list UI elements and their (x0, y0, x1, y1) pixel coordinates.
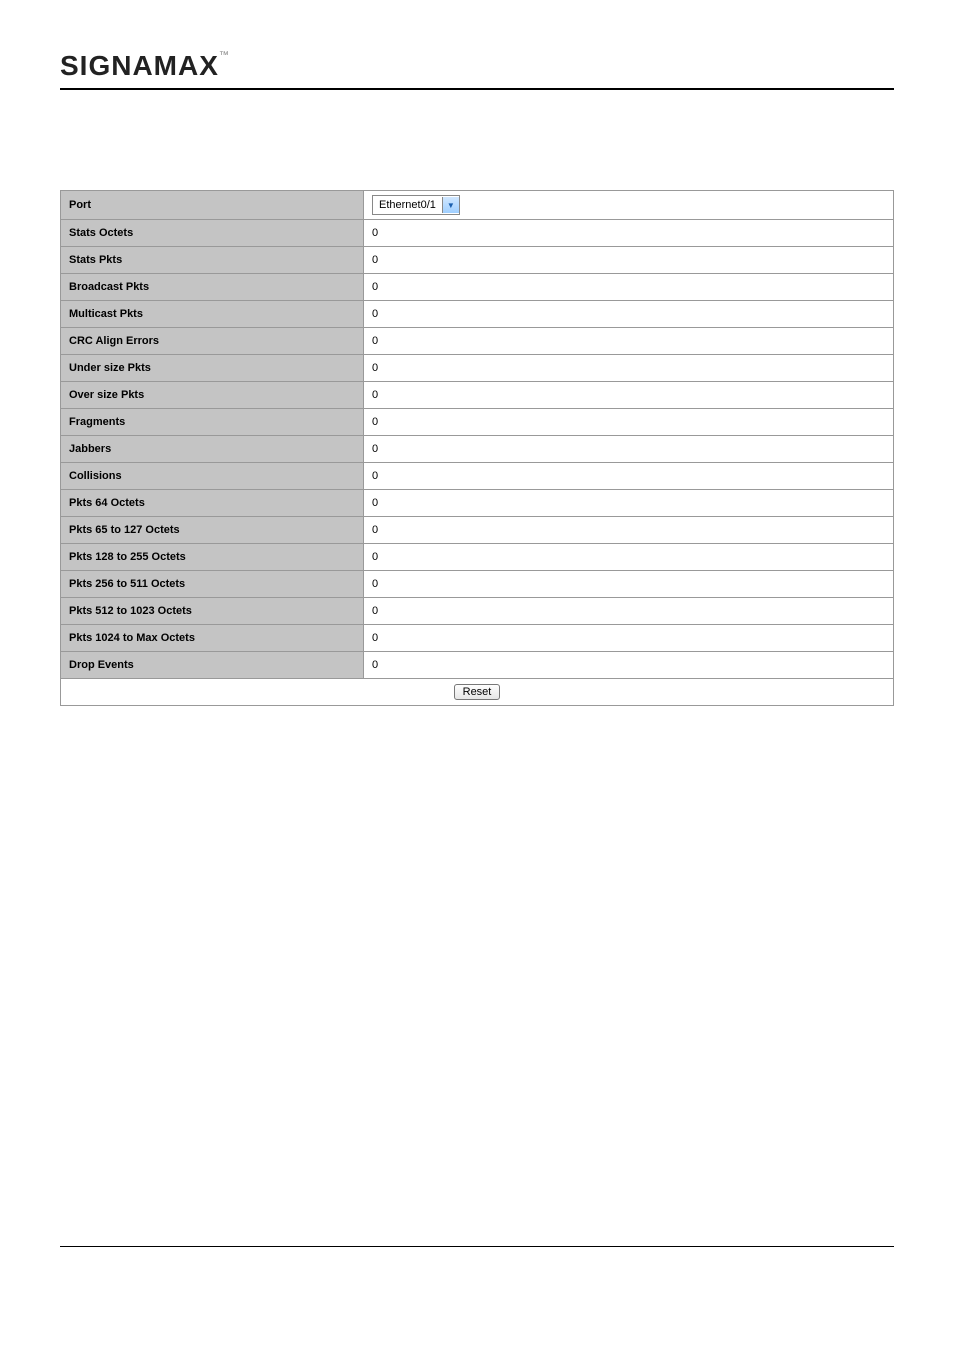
stat-value: 0 (364, 220, 894, 247)
stat-label: Stats Octets (61, 220, 364, 247)
stat-label: Over size Pkts (61, 382, 364, 409)
stat-value: 0 (364, 490, 894, 517)
stat-value: 0 (364, 625, 894, 652)
footer-rule (60, 1246, 894, 1247)
stat-value: 0 (364, 517, 894, 544)
stat-label: Fragments (61, 409, 364, 436)
stat-value: 0 (364, 328, 894, 355)
port-label: Port (61, 191, 364, 220)
brand-logo: SIGNAMAX™ (60, 50, 230, 88)
stat-label: CRC Align Errors (61, 328, 364, 355)
stat-value: 0 (364, 409, 894, 436)
stat-label: Pkts 512 to 1023 Octets (61, 598, 364, 625)
stat-label: Multicast Pkts (61, 301, 364, 328)
brand-text: SIGNAMAX (60, 50, 219, 81)
stat-label: Collisions (61, 463, 364, 490)
stat-value: 0 (364, 463, 894, 490)
reset-button[interactable]: Reset (454, 684, 501, 700)
stat-label: Under size Pkts (61, 355, 364, 382)
stat-label: Jabbers (61, 436, 364, 463)
stat-value: 0 (364, 544, 894, 571)
port-select[interactable]: Ethernet0/1 ▼ (372, 195, 460, 215)
stat-label: Stats Pkts (61, 247, 364, 274)
stat-label: Pkts 128 to 255 Octets (61, 544, 364, 571)
stat-label: Pkts 256 to 511 Octets (61, 571, 364, 598)
stat-label: Broadcast Pkts (61, 274, 364, 301)
stat-value: 0 (364, 301, 894, 328)
stat-label: Drop Events (61, 652, 364, 679)
trademark-icon: ™ (219, 50, 230, 61)
port-cell: Ethernet0/1 ▼ (364, 191, 894, 220)
stat-label: Pkts 1024 to Max Octets (61, 625, 364, 652)
page-header: SIGNAMAX™ (60, 50, 894, 90)
button-cell: Reset (61, 679, 894, 706)
chevron-down-icon: ▼ (442, 197, 459, 213)
stat-value: 0 (364, 274, 894, 301)
port-select-value: Ethernet0/1 (373, 197, 442, 213)
stats-table: Port Ethernet0/1 ▼ Stats Octets0 Stats P… (60, 190, 894, 706)
stat-value: 0 (364, 571, 894, 598)
stat-value: 0 (364, 652, 894, 679)
stat-label: Pkts 65 to 127 Octets (61, 517, 364, 544)
stat-value: 0 (364, 247, 894, 274)
stat-label: Pkts 64 Octets (61, 490, 364, 517)
stat-value: 0 (364, 598, 894, 625)
stat-value: 0 (364, 355, 894, 382)
stat-value: 0 (364, 436, 894, 463)
stat-value: 0 (364, 382, 894, 409)
